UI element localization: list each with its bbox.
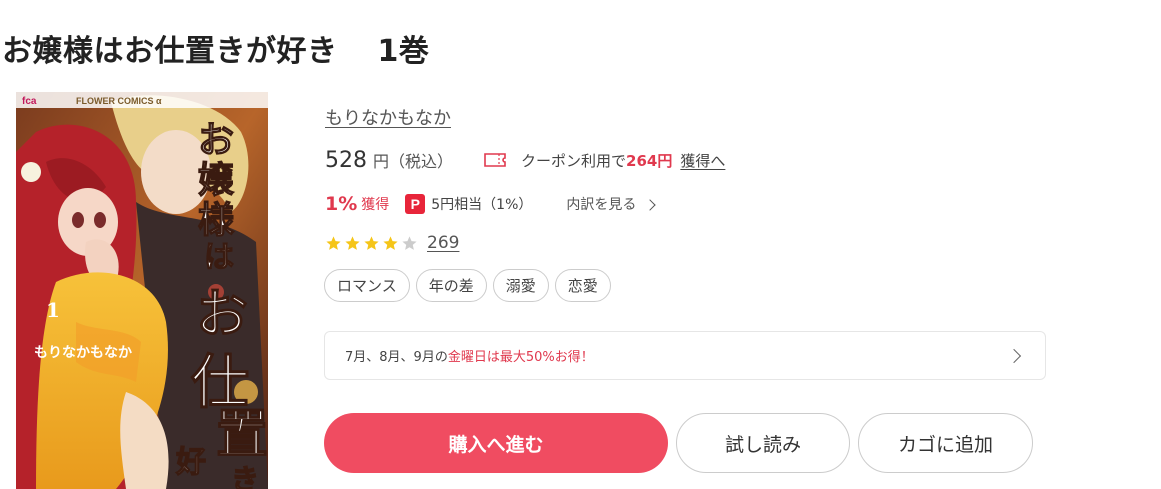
point-row: 1% 獲得 P 5円相当（1%） 内訳を見る xyxy=(325,191,657,217)
star-icon xyxy=(402,235,417,250)
svg-text:置: 置 xyxy=(216,404,268,465)
tag-age-gap[interactable]: 年の差 xyxy=(415,269,487,302)
volume-label: 1巻 xyxy=(377,34,430,69)
book-title: お嬢様はお仕置きが好き xyxy=(2,34,338,69)
author-link[interactable]: もりなかもなか xyxy=(325,104,451,130)
svg-text:き: き xyxy=(231,463,259,489)
promo-banner[interactable]: 7月、8月、9月の 金曜日は最大50%お得！ xyxy=(324,331,1046,380)
star-icon xyxy=(364,235,379,250)
coupon-icon xyxy=(483,152,507,168)
point-percent: 1% xyxy=(325,193,358,215)
tag-romance[interactable]: ロマンス xyxy=(324,269,410,302)
cover-author: もりなかもなか xyxy=(34,345,132,361)
svg-text:嬢: 嬢 xyxy=(198,159,234,201)
star-icon xyxy=(383,235,398,250)
coupon-amount: 264円 xyxy=(626,151,673,170)
tag-love[interactable]: 恋愛 xyxy=(554,269,611,302)
add-to-cart-button[interactable]: カゴに追加 xyxy=(858,413,1033,473)
paypay-icon: P xyxy=(405,194,426,214)
cover-label: FLOWER COMICS α xyxy=(76,96,162,106)
star-rating xyxy=(325,235,420,252)
promo-highlight: 金曜日は最大50%お得！ xyxy=(447,350,594,365)
breakdown-label: 内訳を見る xyxy=(566,197,637,213)
svg-text:様: 様 xyxy=(198,199,235,241)
svg-text:お: お xyxy=(198,119,234,161)
price-tax-note: （税込） xyxy=(389,152,454,171)
genre-tags: ロマンス 年の差 溺愛 恋愛 xyxy=(324,269,617,302)
tag-doting-love[interactable]: 溺愛 xyxy=(492,269,549,302)
chevron-right-icon xyxy=(1006,348,1022,364)
breakdown-link[interactable]: 内訳を見る xyxy=(566,194,657,214)
trial-read-button[interactable]: 試し読み xyxy=(676,413,850,473)
buy-button[interactable]: 購入へ進む xyxy=(324,413,668,473)
point-earn-label: 獲得 xyxy=(361,197,390,213)
price-row: 528 円 （税込） クーポン利用で 264円 獲得へ xyxy=(325,146,725,174)
page-title: お嬢様はお仕置きが好き 1巻 xyxy=(2,26,429,70)
cover-volume-mark: 1 xyxy=(46,298,60,322)
coupon-text: クーポン利用で xyxy=(521,151,627,170)
book-cover-image[interactable]: fca FLOWER COMICS α お 嬢 様 は お 仕 置 好 き 1 … xyxy=(16,92,268,489)
svg-text:お: お xyxy=(196,284,248,345)
rating-row: 269 xyxy=(325,231,459,255)
review-count-link[interactable]: 269 xyxy=(427,233,459,253)
point-equivalent: 5円相当（1%） xyxy=(431,197,533,213)
star-icon xyxy=(345,235,360,250)
cover-logo: fca xyxy=(22,96,37,107)
promo-prefix: 7月、8月、9月の xyxy=(345,350,448,365)
star-icon xyxy=(326,235,341,250)
svg-text:は: は xyxy=(204,240,234,275)
price-unit: 円 xyxy=(373,152,390,171)
svg-text:好: 好 xyxy=(175,445,206,480)
price-amount: 528 xyxy=(325,147,367,173)
coupon-get-link[interactable]: 獲得へ xyxy=(680,150,725,171)
chevron-right-icon xyxy=(644,199,657,211)
